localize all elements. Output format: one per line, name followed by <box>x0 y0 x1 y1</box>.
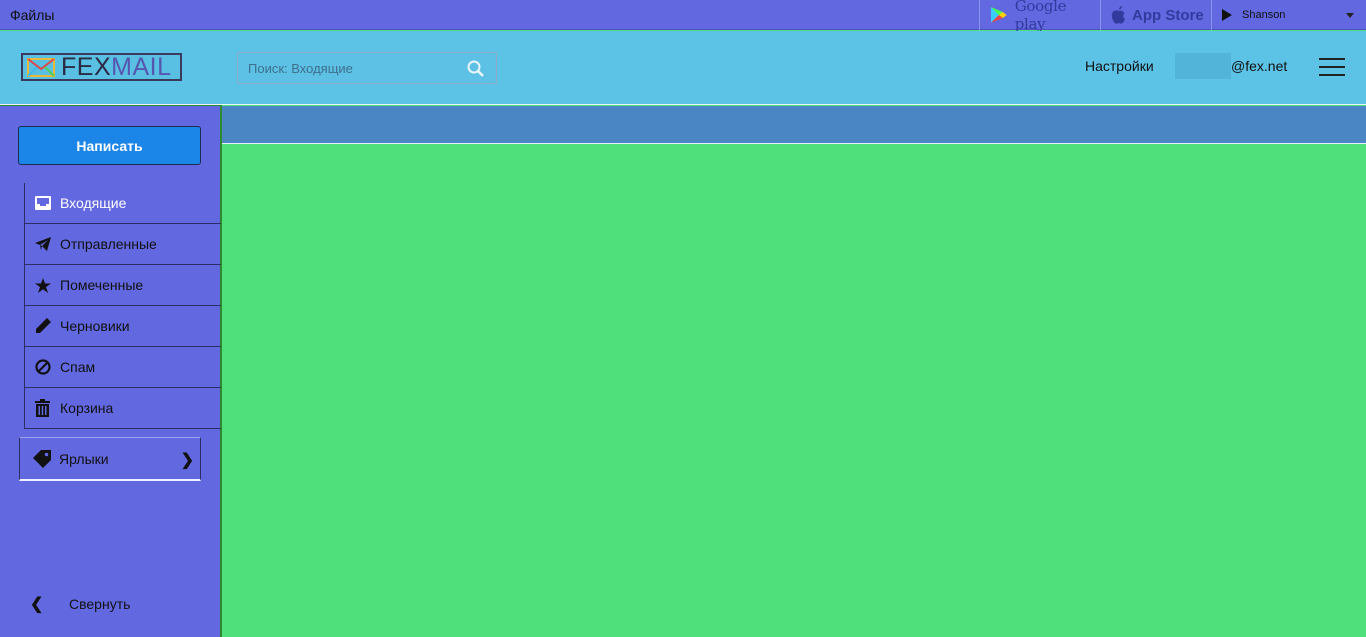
sidebar-item-label: Спам <box>60 359 96 375</box>
sidebar-item-drafts[interactable]: Черновики <box>24 306 221 347</box>
sidebar-item-spam[interactable]: Спам <box>24 347 221 388</box>
paper-plane-icon <box>34 237 51 251</box>
sidebar-item-trash[interactable]: Корзина <box>24 388 221 429</box>
fexmail-logo[interactable]: FEX MAIL <box>21 53 182 81</box>
player-station-label: Shanson <box>1242 9 1286 21</box>
sidebar-item-label: Корзина <box>60 400 114 416</box>
sidebar-item-inbox[interactable]: Входящие <box>24 183 221 224</box>
chevron-right-icon: ❯ <box>180 452 194 469</box>
logo-text-fex: FEX <box>61 52 112 81</box>
search-input[interactable] <box>238 53 458 83</box>
sidebar-item-label: Помеченные <box>60 277 144 293</box>
sidebar-item-label: Входящие <box>60 195 127 211</box>
google-play-icon <box>990 7 1007 23</box>
tag-icon <box>32 449 51 468</box>
sidebar-item-label: Ярлыки <box>59 450 109 467</box>
files-link[interactable]: Файлы <box>10 7 54 23</box>
header: FEXMAIL Настройки @fex.net <box>0 31 1366 105</box>
sidebar-item-labels[interactable]: Ярлыки ❯ <box>19 437 201 481</box>
message-list-area <box>222 145 1366 637</box>
google-play-label: Google play <box>1014 0 1067 33</box>
search-icon[interactable] <box>467 60 484 77</box>
app-store-link[interactable]: App Store <box>1100 0 1211 30</box>
collapse-label: Свернуть <box>69 596 131 612</box>
account-domain: @fex.net <box>1231 58 1288 74</box>
hamburger-menu-icon[interactable] <box>1319 58 1345 76</box>
apple-icon <box>1111 6 1125 24</box>
sidebar: Написать Входящие Отправленные Помеченны… <box>0 105 222 637</box>
radio-player[interactable]: Shanson <box>1211 0 1366 30</box>
settings-link[interactable]: Настройки <box>1085 58 1154 74</box>
sidebar-item-label: Отправленные <box>60 236 157 252</box>
chevron-down-icon[interactable] <box>1346 13 1354 18</box>
trash-icon <box>35 399 50 417</box>
collapse-sidebar-button[interactable]: ❮ Свернуть <box>30 594 130 614</box>
account-email[interactable]: @fex.net <box>1175 53 1287 79</box>
message-toolbar <box>222 106 1366 144</box>
pencil-icon <box>35 318 51 333</box>
email-username-redacted <box>1175 53 1231 79</box>
sidebar-item-sent[interactable]: Отправленные <box>24 224 221 265</box>
search-box[interactable] <box>237 52 497 84</box>
ban-icon <box>34 359 51 375</box>
sidebar-item-label: Черновики <box>60 318 130 334</box>
folder-list: Входящие Отправленные Помеченные Чернови… <box>24 183 221 429</box>
sidebar-item-starred[interactable]: Помеченные <box>24 265 221 306</box>
google-play-link[interactable]: Google play <box>979 0 1100 33</box>
star-icon <box>34 277 51 293</box>
chevron-left-icon: ❮ <box>30 596 44 613</box>
play-icon[interactable] <box>1222 9 1232 21</box>
app-store-label: App Store <box>1132 6 1204 24</box>
logo-text-mail: MAIL <box>111 52 172 81</box>
compose-button[interactable]: Написать <box>18 126 201 165</box>
inbox-icon <box>34 196 51 210</box>
top-bar: Файлы Google play App Store Shanson <box>0 0 1366 33</box>
envelope-logo-icon <box>27 58 55 77</box>
